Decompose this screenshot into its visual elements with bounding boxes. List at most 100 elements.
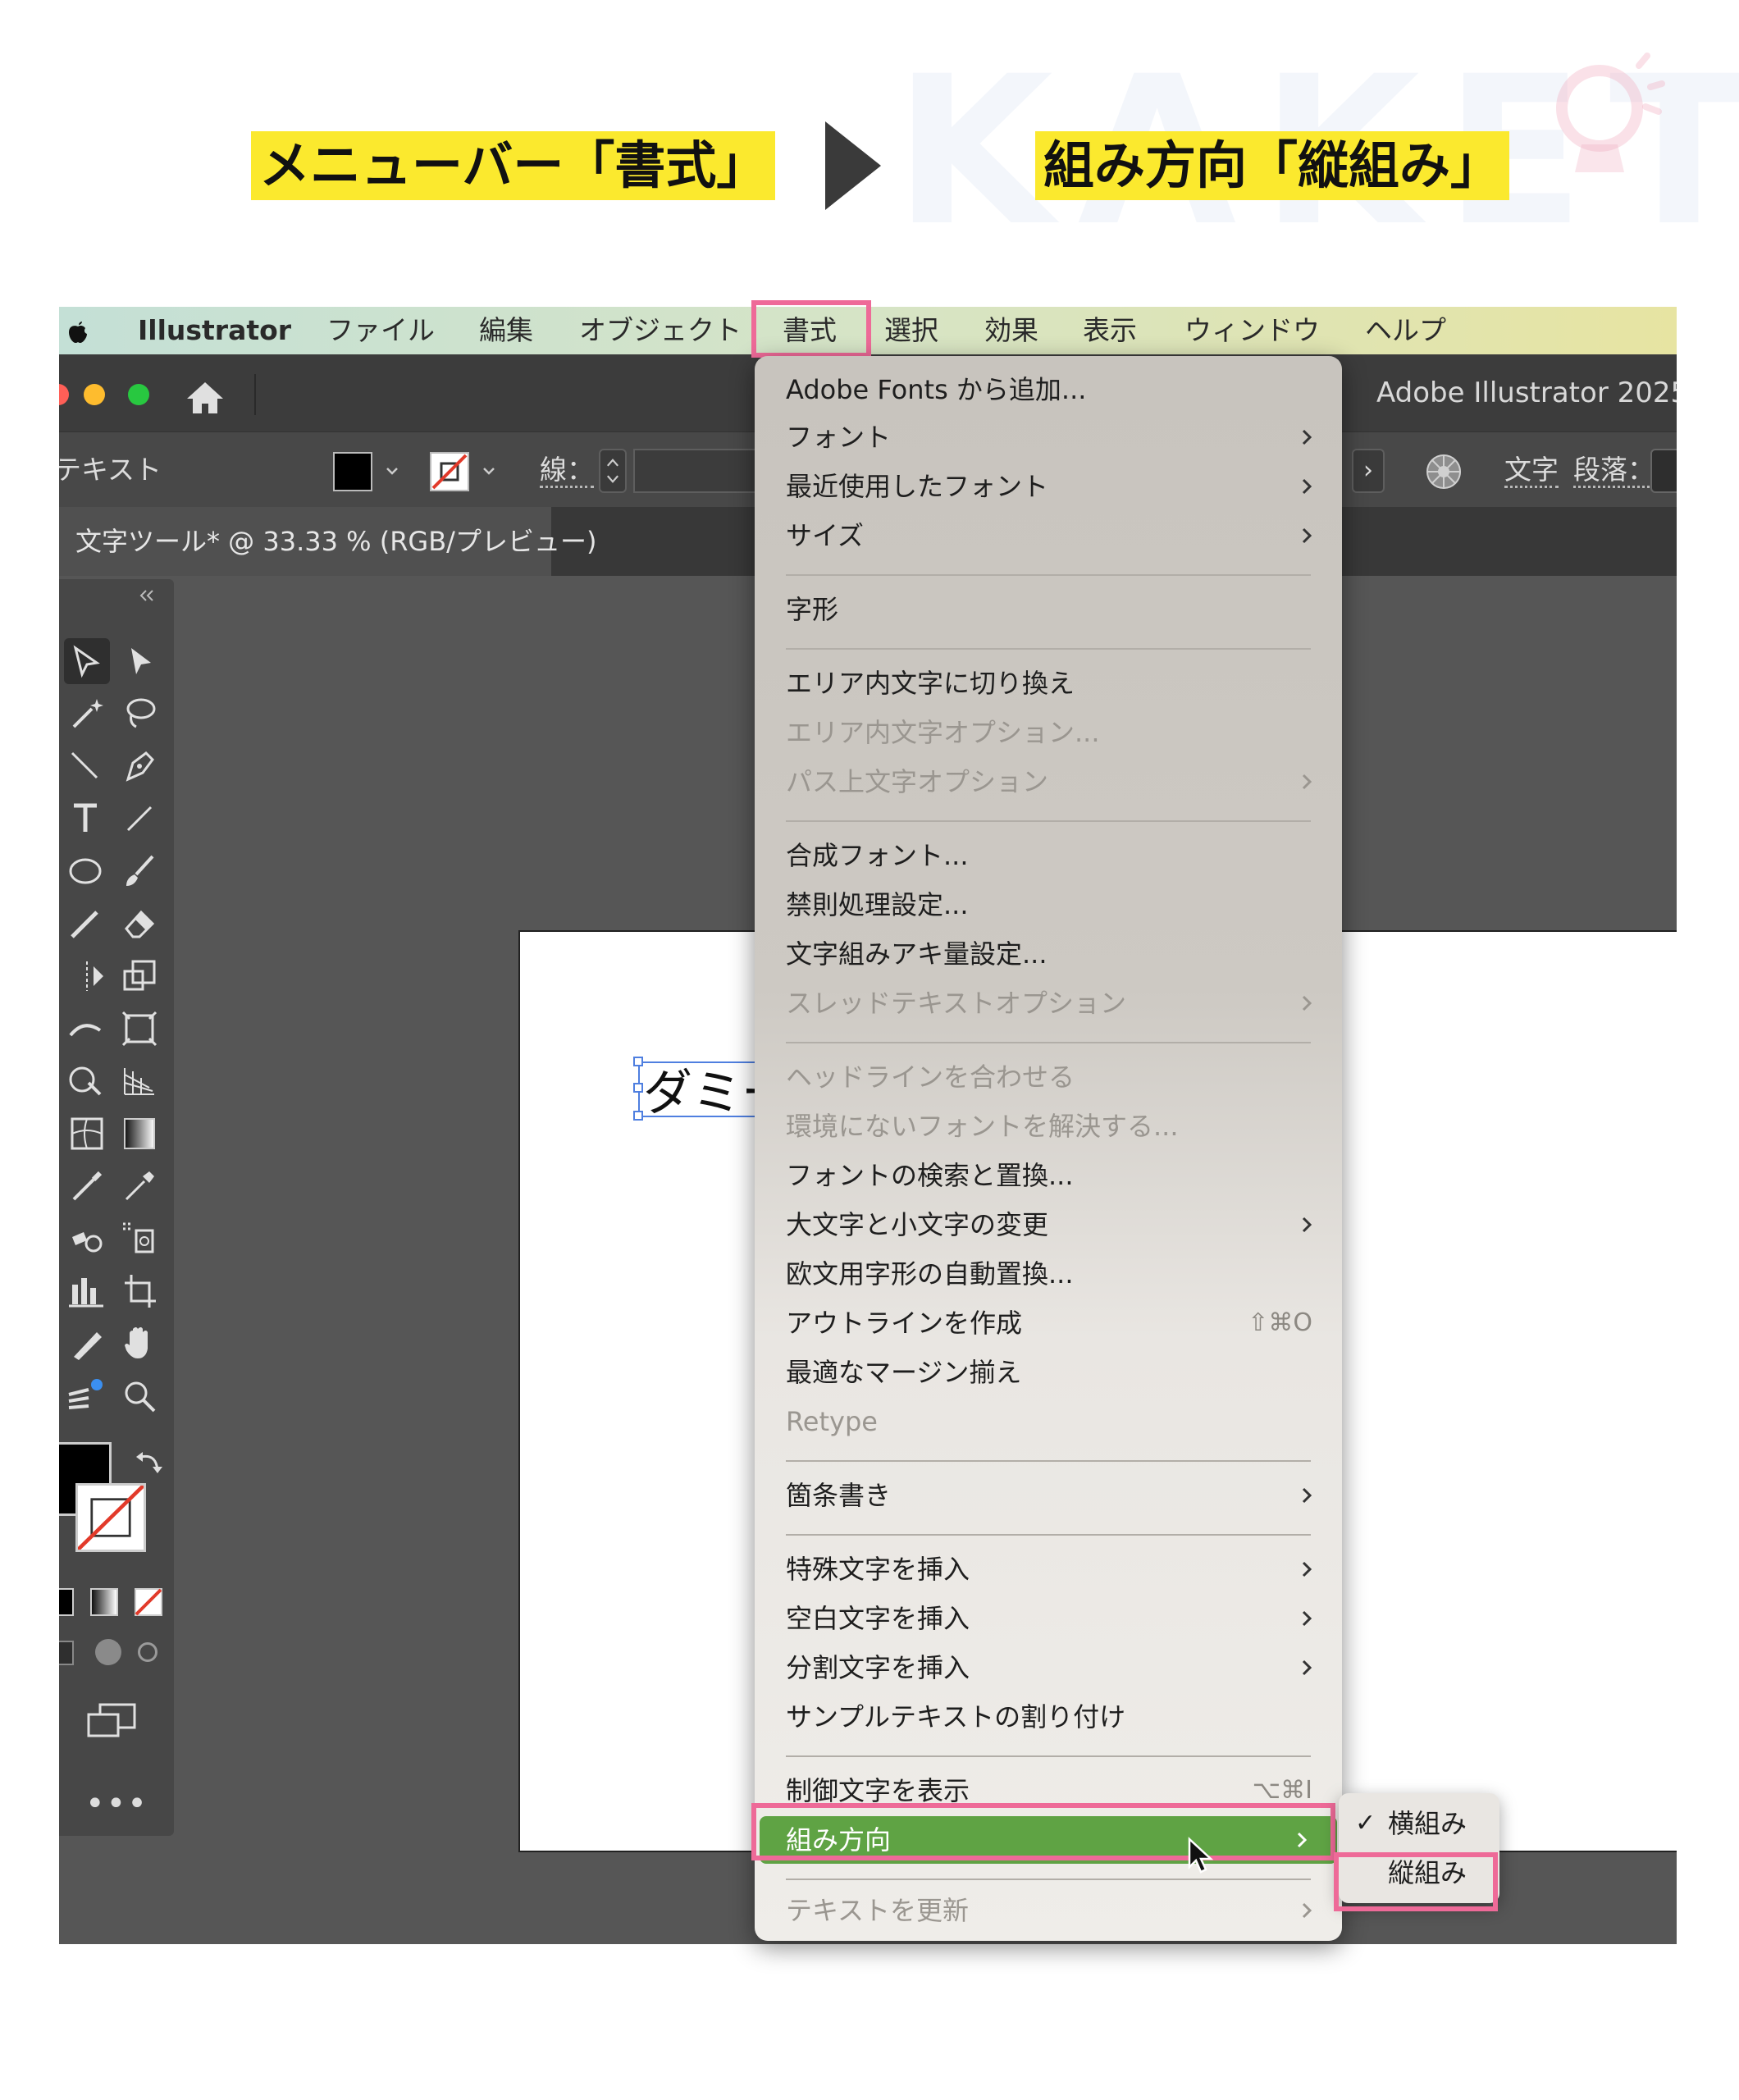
menu-item-adobe-fonts[interactable]: Adobe Fonts から追加... — [755, 366, 1342, 413]
zoom-window-button[interactable] — [128, 384, 149, 405]
paintbrush-tool-icon[interactable] — [116, 848, 162, 894]
menu-item-change-case[interactable]: 大文字と小文字の変更 — [755, 1201, 1342, 1249]
magic-wand-tool-icon[interactable] — [64, 691, 110, 737]
symbol-sprayer-tool-icon[interactable] — [116, 1216, 162, 1262]
menu-separator — [786, 1460, 1311, 1462]
tools-panel: ••• — [59, 579, 174, 1836]
selection-handle[interactable] — [633, 1083, 643, 1093]
color-mode-button[interactable] — [59, 1588, 74, 1616]
lightbulb-logo-icon — [1556, 52, 1665, 172]
menu-item-font[interactable]: フォント — [755, 413, 1342, 461]
menu-item-size[interactable]: サイズ — [755, 512, 1342, 559]
close-window-button[interactable] — [59, 384, 69, 405]
gradient-tool-icon[interactable] — [116, 1111, 162, 1157]
menu-item-convert-area-type[interactable]: エリア内文字に切り換え — [755, 660, 1342, 707]
draw-inside-icon[interactable] — [138, 1642, 157, 1662]
blend-tool-icon[interactable] — [64, 1163, 110, 1209]
menu-item-bullets[interactable]: 箇条書き — [755, 1472, 1342, 1519]
chevron-right-icon — [1302, 429, 1312, 445]
stroke-none-swatch[interactable] — [430, 452, 469, 491]
menu-item-find-replace-font[interactable]: フォントの検索と置換... — [755, 1152, 1342, 1199]
paragraph-panel-link[interactable]: 段落： — [1573, 432, 1655, 508]
menu-item-smart-punctuation[interactable]: 欧文用字形の自動置換... — [755, 1250, 1342, 1298]
width-tool-icon[interactable] — [64, 1006, 110, 1052]
document-tab-label: 文字ツール* @ 33.33 % (RGB/プレビュー) — [75, 526, 597, 557]
zoom-tool-icon[interactable] — [116, 1373, 162, 1419]
artboard-tool-icon[interactable] — [116, 1268, 162, 1314]
type-tool-icon[interactable] — [64, 796, 110, 842]
menu-item-kinsoku[interactable]: 禁則処理設定... — [755, 881, 1342, 929]
panel-grip-icon[interactable] — [64, 587, 162, 604]
menubar-item-select[interactable]: 選択 — [884, 307, 938, 354]
apple-logo-icon[interactable] — [64, 317, 92, 345]
selection-handle[interactable] — [633, 1111, 643, 1121]
live-paint-tool-icon[interactable] — [64, 1216, 110, 1262]
menubar-item-view[interactable]: 表示 — [1083, 307, 1137, 354]
lasso-tool-icon[interactable] — [116, 691, 162, 737]
fill-color-swatch[interactable] — [333, 452, 372, 491]
eraser-tool-icon[interactable] — [116, 901, 162, 947]
menu-item-type-on-path-options: パス上文字オプション — [755, 758, 1342, 806]
selection-handle[interactable] — [633, 1057, 643, 1066]
swap-colors-icon[interactable] — [135, 1449, 164, 1478]
perspective-grid-tool-icon[interactable] — [116, 1058, 162, 1104]
menu-item-mojikumi[interactable]: 文字組みアキ量設定... — [755, 930, 1342, 978]
mesh-tool-icon[interactable] — [64, 1111, 110, 1157]
document-tab[interactable]: 文字ツール* @ 33.33 % (RGB/プレビュー) — [59, 507, 596, 576]
menu-item-create-outlines[interactable]: アウトラインを作成 ⇧⌘O — [755, 1299, 1342, 1347]
recolor-artwork-icon[interactable] — [1424, 452, 1463, 491]
menubar-item-effect[interactable]: 効果 — [984, 307, 1038, 354]
chevron-right-icon[interactable]: › — [1352, 449, 1385, 493]
menu-item-insert-break[interactable]: 分割文字を挿入 — [755, 1644, 1342, 1691]
ellipse-tool-icon[interactable] — [64, 848, 110, 894]
line-segment-tool-icon[interactable] — [116, 796, 162, 842]
submenu-item-horizontal[interactable]: ✓ 横組み — [1339, 1800, 1499, 1847]
shape-builder-tool-icon[interactable] — [64, 1058, 110, 1104]
scale-tool-icon[interactable] — [116, 953, 162, 999]
align-left-button[interactable] — [1650, 449, 1677, 493]
gradient-mode-button[interactable] — [90, 1588, 118, 1616]
selection-tool-icon[interactable] — [64, 638, 110, 684]
chevron-right-icon — [1302, 995, 1312, 1011]
minimize-window-button[interactable] — [84, 384, 105, 405]
menubar-app-name[interactable]: Illustrator — [138, 307, 291, 354]
draw-normal-icon[interactable] — [59, 1641, 74, 1665]
menubar-item-help[interactable]: ヘルプ — [1365, 307, 1446, 354]
menu-item-insert-whitespace[interactable]: 空白文字を挿入 — [755, 1595, 1342, 1642]
more-tools-button[interactable]: ••• — [85, 1785, 148, 1823]
hand-tool-icon[interactable] — [116, 1321, 162, 1367]
menubar-item-edit[interactable]: 編集 — [479, 307, 533, 354]
menu-item-insert-special-character[interactable]: 特殊文字を挿入 — [755, 1545, 1342, 1593]
character-panel-link[interactable]: 文字 — [1504, 432, 1559, 508]
menu-item-optical-margin[interactable]: 最適なマージン揃え — [755, 1349, 1342, 1396]
chevron-down-icon[interactable] — [386, 467, 399, 475]
menubar-item-file[interactable]: ファイル — [326, 307, 435, 354]
menubar-item-object[interactable]: オブジェクト — [579, 307, 742, 354]
menu-item-glyphs[interactable]: 字形 — [755, 586, 1342, 633]
menubar-item-window[interactable]: ウィンドウ — [1184, 307, 1320, 354]
slice-tool-icon[interactable] — [64, 1321, 110, 1367]
column-graph-tool-icon[interactable] — [64, 1268, 110, 1314]
reflect-tool-icon[interactable] — [64, 953, 110, 999]
chevron-down-icon[interactable] — [482, 467, 495, 475]
stroke-color-box[interactable] — [75, 1483, 146, 1552]
screen-mode-icon[interactable] — [85, 1703, 138, 1739]
eyedropper-tool-icon[interactable] — [116, 1163, 162, 1209]
home-icon[interactable] — [184, 379, 226, 415]
none-mode-button[interactable] — [135, 1588, 162, 1616]
edit-toolbar-icon[interactable] — [64, 1373, 110, 1419]
menu-item-composite-fonts[interactable]: 合成フォント... — [755, 832, 1342, 879]
submenu-horizontal-label: 横組み — [1388, 1808, 1467, 1839]
line-tool-icon[interactable] — [64, 743, 110, 789]
chevron-right-icon — [1302, 1217, 1312, 1233]
stroke-weight-stepper[interactable] — [599, 449, 627, 493]
menu-item-resolve-missing-fonts: 環境にないフォントを解決する... — [786, 1111, 1179, 1142]
pen-tool-icon[interactable] — [116, 743, 162, 789]
menu-item-fill-placeholder-text[interactable]: サンプルテキストの割り付け — [755, 1693, 1342, 1741]
menu-item-recent-fonts[interactable]: 最近使用したフォント — [755, 463, 1342, 510]
direct-selection-tool-icon[interactable] — [116, 638, 162, 684]
menubar-type-highlight — [751, 300, 871, 358]
draw-behind-icon[interactable] — [95, 1639, 121, 1665]
shaper-tool-icon[interactable] — [64, 901, 110, 947]
free-transform-tool-icon[interactable] — [116, 1006, 162, 1052]
